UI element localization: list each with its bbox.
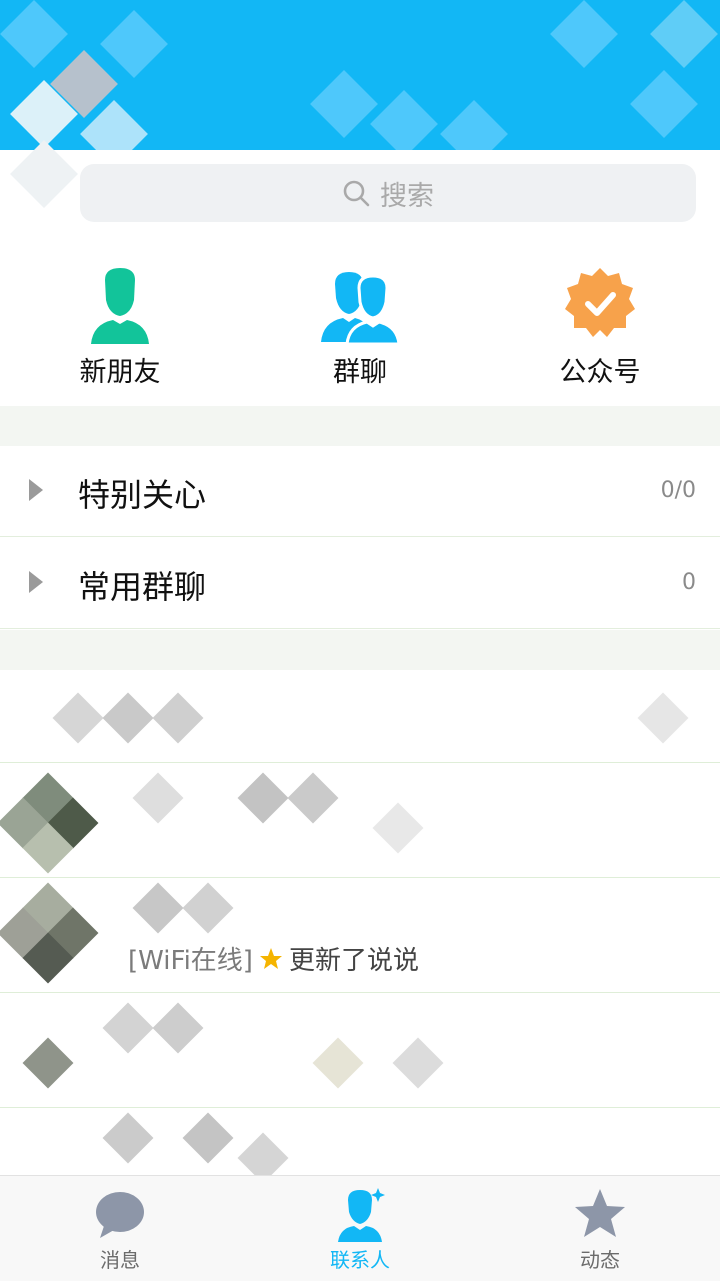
tab-label: 联系人 — [330, 1248, 390, 1272]
tab-messages[interactable]: 消息 — [0, 1176, 240, 1281]
shortcut-label: 公众号 — [559, 357, 641, 388]
search-placeholder: 搜索 — [380, 180, 434, 212]
header-tile — [650, 0, 718, 68]
header-tile — [310, 70, 378, 138]
contact-status: [WiFi在线] 更新了说说 — [128, 940, 419, 977]
contacts-icon — [338, 1188, 385, 1242]
shortcut-label: 群聊 — [333, 357, 387, 388]
group-icon — [321, 272, 401, 346]
row-divider — [0, 1107, 720, 1108]
activity-text: 更新了说说 — [288, 946, 419, 976]
shortcut-group-chats[interactable]: 群聊 — [240, 240, 480, 406]
header-banner — [0, 0, 720, 160]
contact-list[interactable] — [0, 670, 720, 1175]
tab-label: 动态 — [580, 1248, 620, 1272]
expand-arrow-icon — [29, 479, 43, 501]
row-divider — [0, 877, 720, 878]
tab-contacts[interactable]: 联系人 — [240, 1176, 480, 1281]
star-icon — [575, 1189, 625, 1237]
section-separator — [0, 630, 720, 670]
shortcut-new-friends[interactable]: 新朋友 — [0, 240, 240, 406]
group-special-care[interactable]: 特别关心 0/0 — [0, 446, 720, 537]
group-frequent-chats[interactable]: 常用群聊 0 — [0, 538, 720, 629]
shortcut-row: 新朋友 群聊 公众号 — [0, 240, 720, 406]
tab-feed[interactable]: 动态 — [480, 1176, 720, 1281]
search-input[interactable]: 搜索 — [80, 164, 696, 222]
group-title: 特别关心 — [78, 476, 207, 514]
message-icon — [96, 1192, 144, 1238]
header-tile — [0, 0, 68, 68]
tab-bar: 消息 联系人 动态 — [0, 1175, 720, 1281]
verified-badge-icon — [565, 268, 635, 337]
network-status: [WiFi在线] — [128, 946, 253, 976]
shortcut-official-accounts[interactable]: 公众号 — [480, 240, 720, 406]
section-separator — [0, 406, 720, 446]
shortcut-label: 新朋友 — [79, 357, 161, 388]
group-count: 0 — [682, 570, 696, 595]
group-title: 常用群聊 — [78, 568, 207, 606]
header-tile — [370, 90, 438, 158]
person-icon — [91, 268, 149, 344]
group-count: 0/0 — [660, 478, 696, 503]
row-divider — [0, 762, 720, 763]
expand-arrow-icon — [29, 571, 43, 593]
tab-label: 消息 — [100, 1248, 140, 1272]
header-tile — [100, 10, 168, 78]
header-tile — [630, 70, 698, 138]
header-tile — [550, 0, 618, 68]
search-icon — [343, 180, 370, 207]
star-badge-icon — [259, 947, 282, 969]
row-divider — [0, 992, 720, 993]
